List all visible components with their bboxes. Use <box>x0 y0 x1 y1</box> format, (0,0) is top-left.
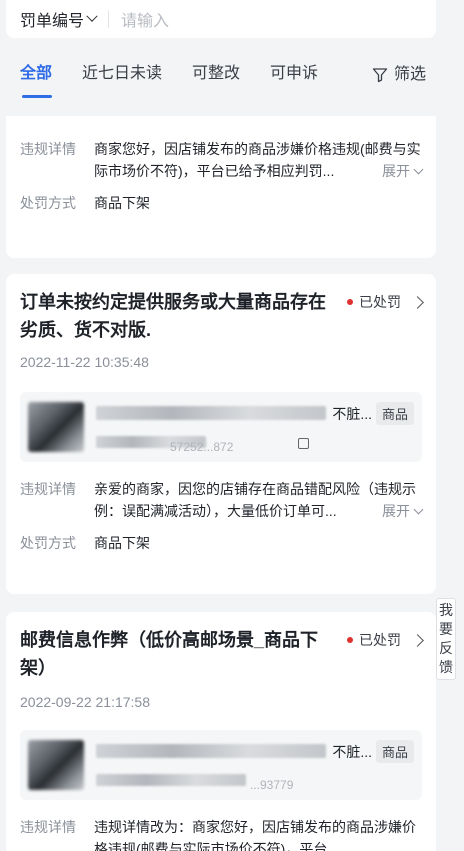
status-dot-icon <box>347 299 353 305</box>
redacted-text <box>96 406 326 420</box>
search-type-select[interactable]: 罚单编号 <box>20 7 98 31</box>
product-item[interactable]: 不脏... 商品 ...93779 <box>20 730 422 800</box>
violation-date: 2022-11-22 10:35:48 <box>20 354 149 370</box>
filter-button[interactable]: 筛选 <box>372 52 426 98</box>
status-text: 已处罚 <box>359 632 401 648</box>
product-thumbnail <box>28 402 84 452</box>
penalty-card[interactable]: 邮费信息作弊（低价高邮场景_商品下架） 已处罚 2022-09-22 21:17… <box>6 612 436 851</box>
detail-text: 商家您好，因店铺发布的商品涉嫌价格违规(邮费与实际市场价不符)，平台已给予相应判… <box>94 138 424 182</box>
detail-row: 违规详情 商家您好，因店铺发布的商品涉嫌价格违规(邮费与实际市场价不符)，平台已… <box>20 138 424 182</box>
tab-unread-7days[interactable]: 近七日未读 <box>82 52 162 98</box>
penalty-value: 商品下架 <box>94 535 150 551</box>
penalty-value: 商品下架 <box>94 195 150 211</box>
detail-text: 亲爱的商家，因您的店铺存在商品错配风险（违规示例：误配满减活动），大量低价订单可… <box>94 478 424 522</box>
detail-text: 违规详情改为：商家您好，因店铺发布的商品涉嫌价格违规(邮费与实际市场价不符)，平… <box>94 819 416 851</box>
tab-rectifiable[interactable]: 可整改 <box>192 52 240 98</box>
violation-title: 邮费信息作弊（低价高邮场景_商品下架） <box>20 630 319 678</box>
product-id: ...93779 <box>250 778 294 792</box>
detail-row: 违规详情 违规详情改为：商家您好，因店铺发布的商品涉嫌价格违规(邮费与实际市场价… <box>20 816 422 851</box>
penalty-row: 处罚方式 商品下架 <box>20 192 422 214</box>
filter-label: 筛选 <box>393 66 426 83</box>
tab-bar: 全部 近七日未读 可整改 可申诉 筛选 <box>0 52 464 98</box>
expand-button[interactable]: 展开 <box>368 500 424 522</box>
penalty-label: 处罚方式 <box>20 535 76 551</box>
product-tag: 商品 <box>375 402 414 425</box>
violation-title: 订单未按约定提供服务或大量商品存在劣质、货不对版. <box>20 292 326 340</box>
penalty-card[interactable]: 违规详情 商家您好，因店铺发布的商品涉嫌价格违规(邮费与实际市场价不符)，平台已… <box>6 116 436 258</box>
penalty-row: 处罚方式 商品下架 <box>20 532 422 554</box>
tab-appealable[interactable]: 可申诉 <box>270 52 318 98</box>
status-dot-icon <box>347 637 353 643</box>
product-tag: 商品 <box>375 740 414 763</box>
detail-label: 违规详情 <box>20 819 76 835</box>
filter-icon <box>372 68 388 83</box>
detail-label: 违规详情 <box>20 481 76 497</box>
status-text: 已处罚 <box>359 294 401 310</box>
feedback-button[interactable]: 我要反馈 <box>436 598 456 680</box>
chevron-down-icon <box>413 164 424 174</box>
chevron-right-icon <box>411 633 424 647</box>
chevron-down-icon <box>413 504 424 514</box>
product-name: 不脏... <box>332 742 372 762</box>
search-type-label: 罚单编号 <box>20 13 85 30</box>
product-name: 不脏... <box>332 404 372 424</box>
status-badge[interactable]: 已处罚 <box>347 292 424 312</box>
expand-button[interactable]: 展开 <box>368 160 424 182</box>
search-input[interactable]: 请输入 <box>121 7 169 31</box>
penalty-card[interactable]: 订单未按约定提供服务或大量商品存在劣质、货不对版. 已处罚 2022-11-22… <box>6 274 436 594</box>
detail-row: 违规详情 亲爱的商家，因您的店铺存在商品错配风险（违规示例：误配满减活动），大量… <box>20 478 424 522</box>
redacted-text <box>96 774 246 786</box>
penalty-label: 处罚方式 <box>20 195 76 211</box>
product-item[interactable]: 不脏... 商品 57252...872 <box>20 392 422 462</box>
divider <box>108 10 110 28</box>
status-badge[interactable]: 已处罚 <box>347 630 424 650</box>
product-thumbnail <box>28 740 84 790</box>
detail-label: 违规详情 <box>20 141 76 157</box>
redacted-text <box>96 744 326 758</box>
copy-icon[interactable] <box>298 438 309 449</box>
tab-all[interactable]: 全部 <box>20 52 53 98</box>
product-id: 57252...872 <box>170 440 234 454</box>
chevron-down-icon <box>86 10 98 22</box>
search-bar: 罚单编号 请输入 <box>6 0 436 38</box>
chevron-right-icon <box>411 295 424 309</box>
violation-date: 2022-09-22 21:17:58 <box>20 694 150 710</box>
